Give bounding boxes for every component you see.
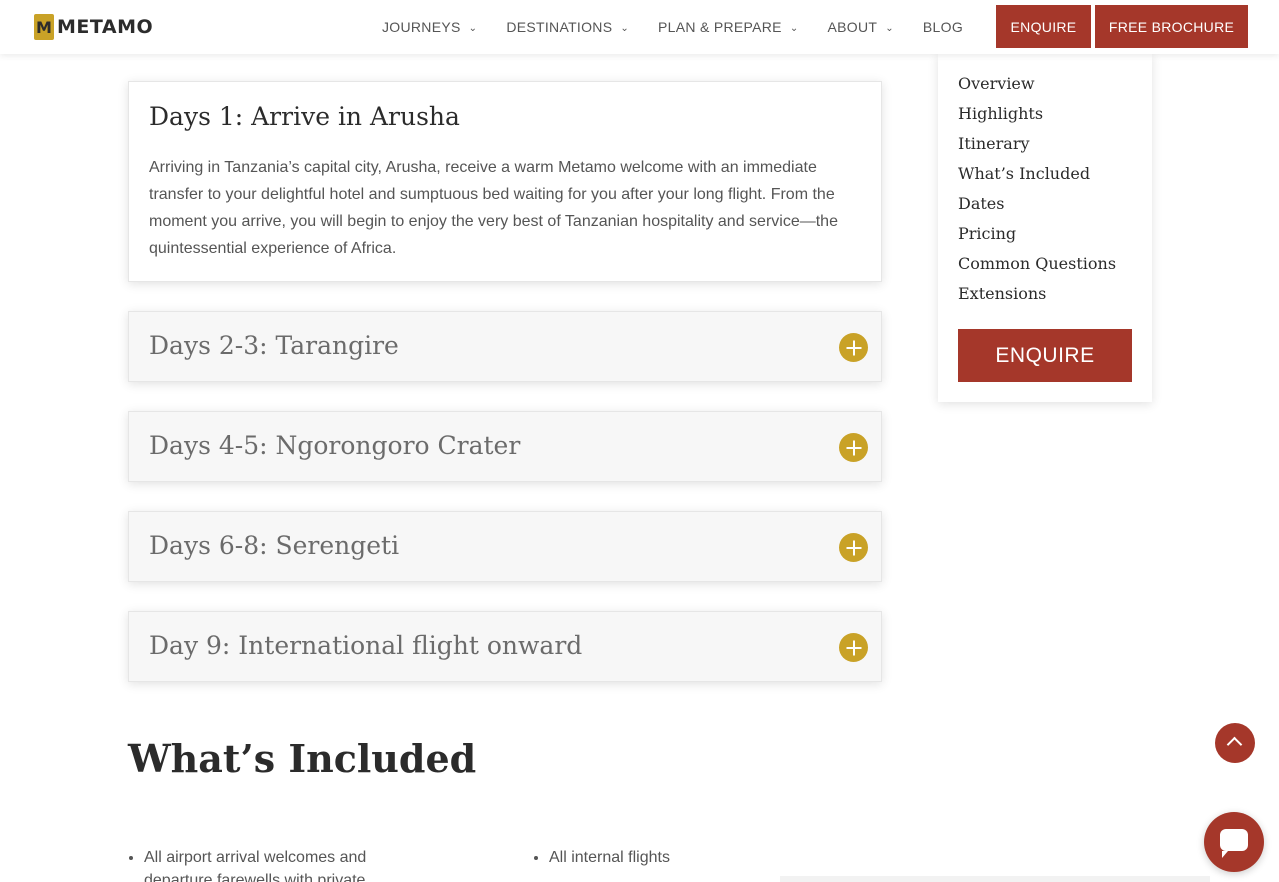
main-nav: JOURNEYS ⌄ DESTINATIONS ⌄ PLAN & PREPARE… <box>382 0 992 54</box>
plus-circle-icon[interactable] <box>839 533 868 562</box>
metamo-logo[interactable]: M METAMO <box>34 13 153 41</box>
nav-item-plan-prepare[interactable]: PLAN & PREPARE ⌄ <box>658 19 798 35</box>
logo-text: METAMO <box>57 16 154 38</box>
accordion-title[interactable]: Days 6-8: Serengeti <box>149 531 399 560</box>
itinerary-day-2-3-panel[interactable]: Days 2-3: Tarangire <box>128 311 882 382</box>
logo-mark-icon: M <box>34 14 54 40</box>
itinerary-day-4-5-panel[interactable]: Days 4-5: Ngorongoro Crater <box>128 411 882 482</box>
chevron-down-icon: ⌄ <box>885 22 894 34</box>
itinerary-day-6-8-panel[interactable]: Days 6-8: Serengeti <box>128 511 882 582</box>
free-brochure-button[interactable]: FREE BROCHURE <box>1095 5 1248 48</box>
accordion-title[interactable]: Day 9: International flight onward <box>149 631 582 660</box>
plus-circle-icon[interactable] <box>839 433 868 462</box>
nav-item-label: BLOG <box>922 19 964 35</box>
section-title-whats-included: What’s Included <box>128 736 477 781</box>
accordion-title[interactable]: Days 1: Arrive in Arusha <box>149 102 460 131</box>
list-item: All internal flights <box>549 846 831 869</box>
sidebar-link-overview[interactable]: Overview <box>958 74 1035 93</box>
sidebar-link-itinerary[interactable]: Itinerary <box>958 134 1030 153</box>
nav-item-about[interactable]: ABOUT ⌄ <box>828 19 894 35</box>
site-header: M METAMO JOURNEYS ⌄ DESTINATIONS ⌄ PLAN … <box>0 0 1279 54</box>
nav-item-blog[interactable]: BLOG <box>923 19 963 35</box>
accordion-body: Arriving in Tanzania’s capital city, Aru… <box>149 159 838 257</box>
itinerary-day-1-panel[interactable]: Days 1: Arrive in Arusha Arriving in Tan… <box>128 81 882 282</box>
scroll-to-top-button[interactable] <box>1215 723 1255 763</box>
sidebar-link-pricing[interactable]: Pricing <box>958 224 1016 243</box>
sidebar-link-dates[interactable]: Dates <box>958 194 1004 213</box>
chat-button[interactable] <box>1204 812 1264 872</box>
plus-circle-icon[interactable] <box>839 633 868 662</box>
included-list-col2: All internal flights <box>531 846 831 869</box>
sidebar-enquire-button[interactable]: ENQUIRE <box>958 329 1132 382</box>
chat-bubble-icon <box>1220 829 1248 858</box>
accordion-title[interactable]: Days 2-3: Tarangire <box>149 331 399 360</box>
list-item: All airport arrival welcomes and departu… <box>144 846 426 882</box>
included-list-col1: All airport arrival welcomes and departu… <box>126 846 426 882</box>
sidebar-link-whats-included[interactable]: What’s Included <box>958 164 1090 183</box>
nav-item-destinations[interactable]: DESTINATIONS ⌄ <box>506 19 629 35</box>
bottom-shadow <box>780 876 1210 882</box>
nav-item-label: ABOUT <box>827 19 878 35</box>
sidebar-link-extensions[interactable]: Extensions <box>958 284 1046 303</box>
nav-item-label: JOURNEYS <box>382 19 461 35</box>
enquire-button[interactable]: ENQUIRE <box>996 5 1091 48</box>
itinerary-day-9-panel[interactable]: Day 9: International flight onward <box>128 611 882 682</box>
nav-item-label: PLAN & PREPARE <box>658 19 782 35</box>
nav-item-label: DESTINATIONS <box>506 19 613 35</box>
chevron-down-icon: ⌄ <box>468 22 478 34</box>
sidebar-link-common-questions[interactable]: Common Questions <box>958 254 1116 273</box>
accordion-title[interactable]: Days 4-5: Ngorongoro Crater <box>149 431 520 460</box>
page-sections-sidebar: Overview Highlights Itinerary What’s Inc… <box>938 54 1152 402</box>
chevron-down-icon: ⌄ <box>789 22 799 34</box>
plus-circle-icon[interactable] <box>839 333 868 362</box>
nav-item-journeys[interactable]: JOURNEYS ⌄ <box>382 19 477 35</box>
sidebar-link-highlights[interactable]: Highlights <box>958 104 1043 123</box>
chevron-down-icon: ⌄ <box>620 22 630 34</box>
